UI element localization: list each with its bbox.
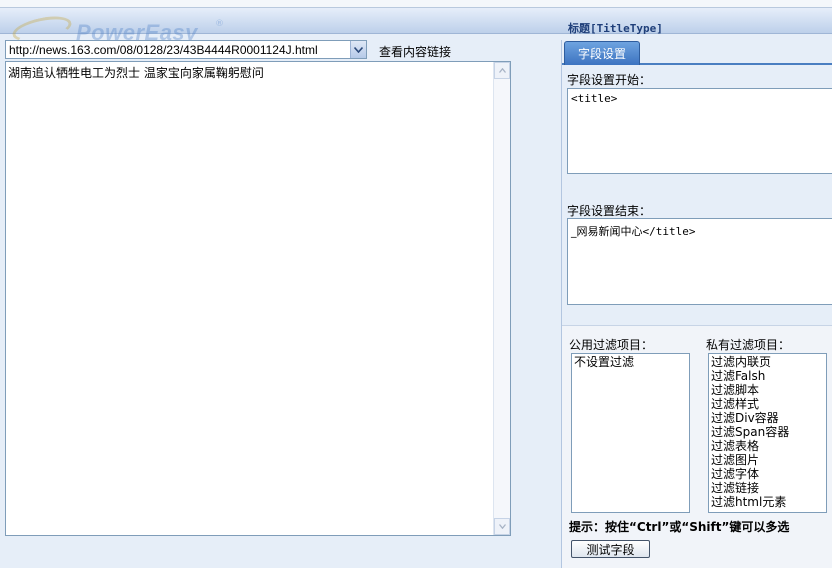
page-title: 标题[TitleType] (568, 22, 663, 35)
list-item[interactable]: 过滤html元素 (711, 495, 824, 509)
private-filter-label: 私有过滤项目： (706, 338, 791, 352)
list-item[interactable]: 过滤字体 (711, 467, 824, 481)
scroll-down-arrow-icon[interactable] (494, 518, 510, 535)
field-end-value-prefix: _网易新闻中心 (571, 225, 643, 238)
chevron-down-icon[interactable] (350, 41, 366, 58)
list-item[interactable]: 过滤表格 (711, 439, 824, 453)
multi-select-hint: 提示：按住“Ctrl”或“Shift”键可以多选 (569, 520, 790, 534)
content-textarea[interactable]: 湖南追认牺牲电工为烈士 温家宝向家属鞠躬慰问 (5, 61, 511, 536)
url-select[interactable]: http://news.163.com/08/0128/23/43B4444R0… (5, 40, 367, 59)
tab-bar: 字段设置 (562, 40, 832, 65)
field-start-label: 字段设置开始： (567, 73, 652, 87)
list-item[interactable]: 过滤Div容器 (711, 411, 824, 425)
filter-area: 公用过滤项目： 私有过滤项目： 不设置过滤 过滤内联页 过滤Falsh 过滤脚本… (562, 325, 832, 568)
public-filter-list[interactable]: 不设置过滤 (571, 353, 690, 513)
tab-field-settings[interactable]: 字段设置 (564, 41, 640, 65)
public-filter-label: 公用过滤项目： (569, 338, 654, 352)
field-start-value: <title> (571, 92, 618, 105)
field-end-textarea[interactable]: _网易新闻中心</title> (567, 218, 832, 305)
right-panel: 字段设置 字段设置开始： <title> 字段设置结束： _网易新闻中心</ti… (561, 40, 832, 568)
content-scrollbar[interactable] (493, 62, 510, 535)
list-item[interactable]: 过滤样式 (711, 397, 824, 411)
list-item[interactable]: 过滤Span容器 (711, 425, 824, 439)
field-start-textarea[interactable]: <title> (567, 88, 832, 174)
list-item[interactable]: 过滤图片 (711, 453, 824, 467)
scroll-up-arrow-icon[interactable] (494, 62, 510, 79)
field-end-label: 字段设置结束： (567, 204, 652, 218)
test-field-button[interactable]: 测试字段 (571, 540, 650, 558)
list-item[interactable]: 过滤脚本 (711, 383, 824, 397)
list-item[interactable]: 过滤链接 (711, 481, 824, 495)
field-end-value-tag: </title> (642, 225, 696, 238)
content-text: 湖南追认牺牲电工为烈士 温家宝向家属鞠躬慰问 (8, 66, 264, 80)
logo-registered-mark: ® (215, 19, 224, 29)
list-item[interactable]: 过滤内联页 (711, 355, 824, 369)
url-select-value: http://news.163.com/08/0128/23/43B4444R0… (9, 42, 318, 57)
view-content-link[interactable]: 查看内容链接 (379, 43, 451, 60)
list-item[interactable]: 不设置过滤 (574, 355, 687, 369)
private-filter-list[interactable]: 过滤内联页 过滤Falsh 过滤脚本 过滤样式 过滤Div容器 过滤Span容器… (708, 353, 827, 513)
list-item[interactable]: 过滤Falsh (711, 369, 824, 383)
